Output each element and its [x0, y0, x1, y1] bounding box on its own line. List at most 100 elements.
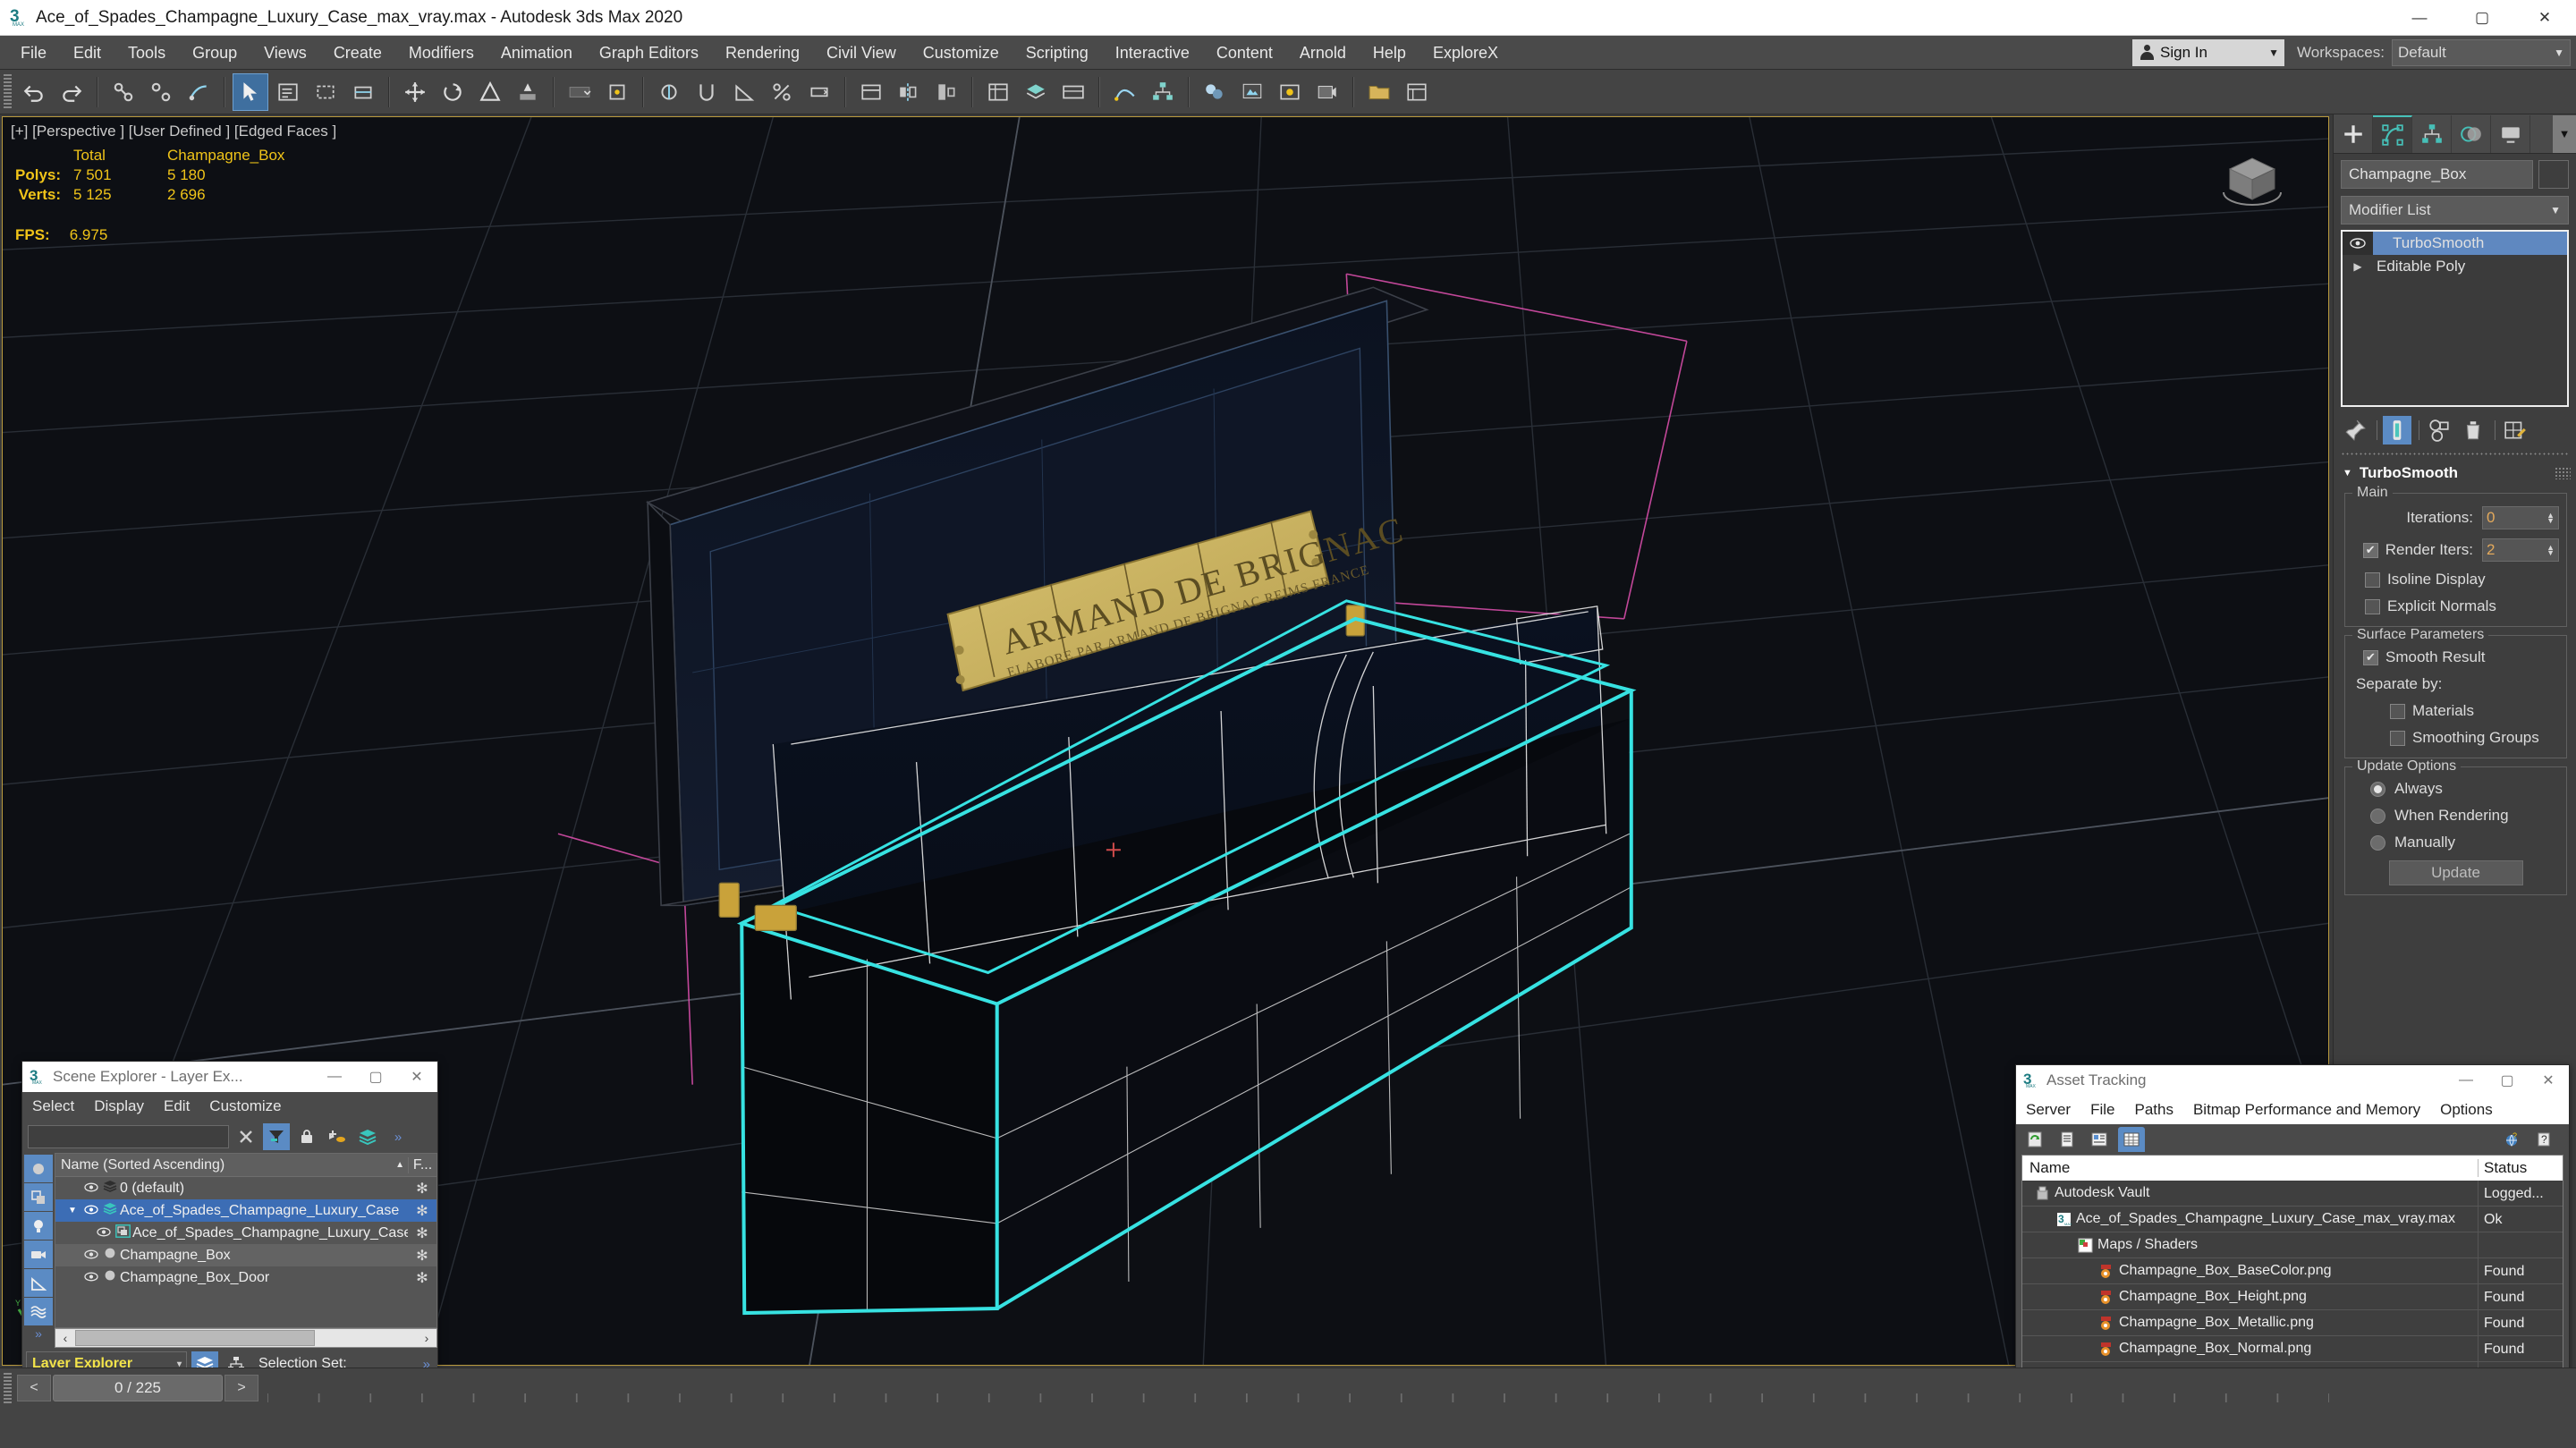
menu-item-interactive[interactable]: Interactive: [1102, 36, 1203, 70]
named-selection-sets-button[interactable]: [853, 73, 889, 111]
list-view-icon[interactable]: [2054, 1127, 2080, 1152]
scene-explorer-column-header[interactable]: Name (Sorted Ascending) ▲ F...: [55, 1154, 436, 1177]
menu-item-display[interactable]: Display: [84, 1097, 154, 1115]
menu-item-tools[interactable]: Tools: [114, 36, 179, 70]
render-production-button[interactable]: [1309, 73, 1345, 111]
select-by-name-button[interactable]: [270, 73, 306, 111]
minimize-button[interactable]: —: [2445, 1065, 2487, 1096]
menu-item-animation[interactable]: Animation: [487, 36, 586, 70]
list-item[interactable]: ▼ Ace_of_Spades_Champagne_Luxury_Case ✻: [55, 1199, 436, 1222]
angle-snap-toggle-button[interactable]: [726, 73, 762, 111]
toggle-scene-explorer-button[interactable]: [980, 73, 1016, 111]
filter-geometry-icon[interactable]: [24, 1155, 53, 1182]
utilities-tab-overflow[interactable]: ▼: [2553, 114, 2576, 153]
select-and-rotate-button[interactable]: [435, 73, 470, 111]
make-unique-button[interactable]: [2425, 416, 2453, 445]
minimize-button[interactable]: —: [2388, 0, 2451, 36]
use-pivot-point-center-button[interactable]: [599, 73, 635, 111]
render-setup-button[interactable]: [1234, 73, 1270, 111]
menu-item-paths[interactable]: Paths: [2124, 1101, 2182, 1119]
display-tab[interactable]: [2491, 114, 2530, 153]
eye-icon[interactable]: [95, 1225, 113, 1241]
freeze-icon[interactable]: ✻: [408, 1247, 436, 1265]
spinner-arrows-icon[interactable]: ▲ ▼: [2546, 544, 2555, 557]
isoline-display-checkbox[interactable]: [2365, 572, 2380, 588]
menu-item-modifiers[interactable]: Modifiers: [395, 36, 487, 70]
eye-icon[interactable]: [82, 1203, 100, 1219]
maximize-button[interactable]: ▢: [2451, 0, 2513, 36]
layers-icon[interactable]: [354, 1123, 381, 1150]
asset-tracking-titlebar[interactable]: 3 MAX Asset Tracking — ▢ ✕: [2016, 1065, 2569, 1096]
rendered-frame-window-button[interactable]: [1272, 73, 1308, 111]
refresh-icon[interactable]: [2021, 1127, 2048, 1152]
iterations-spinner[interactable]: 0 ▲ ▼: [2482, 506, 2559, 529]
select-and-scale-button[interactable]: [472, 73, 508, 111]
eye-icon[interactable]: [82, 1270, 100, 1286]
rectangular-selection-region-button[interactable]: [308, 73, 343, 111]
pin-stack-button[interactable]: [2341, 416, 2369, 445]
menu-item-content[interactable]: Content: [1203, 36, 1286, 70]
filter-helpers-icon[interactable]: [24, 1269, 53, 1297]
project-folder-button[interactable]: [1361, 73, 1397, 111]
stack-item-turbosmooth[interactable]: TurboSmooth: [2343, 232, 2567, 255]
list-item[interactable]: Champagne_Box ✻: [55, 1244, 436, 1266]
freeze-icon[interactable]: ✻: [408, 1224, 436, 1242]
frame-display[interactable]: 0 / 225: [53, 1375, 223, 1401]
schematic-view-button[interactable]: [1145, 73, 1181, 111]
freeze-icon[interactable]: ✻: [408, 1180, 436, 1198]
redo-button[interactable]: [54, 73, 89, 111]
sign-in-button[interactable]: Sign In ▼: [2132, 38, 2285, 66]
table-row[interactable]: Champagne_Box_Metallic.png Found: [2022, 1309, 2563, 1336]
object-name-field[interactable]: Champagne_Box: [2341, 160, 2533, 189]
filter-lights-icon[interactable]: [24, 1212, 53, 1240]
filter-shapes-icon[interactable]: [24, 1183, 53, 1211]
render-iters-spinner[interactable]: 2 ▲ ▼: [2482, 538, 2559, 562]
scroll-right-arrow-icon[interactable]: ›: [417, 1331, 436, 1345]
scrollbar-thumb[interactable]: [75, 1330, 315, 1346]
toolbar-grip[interactable]: [4, 73, 12, 110]
maximize-button[interactable]: ▢: [2487, 1065, 2528, 1096]
select-link-button[interactable]: [106, 73, 141, 111]
add-layer-icon[interactable]: [324, 1123, 351, 1150]
unlink-button[interactable]: [143, 73, 179, 111]
panel-resize-handle[interactable]: [2341, 449, 2569, 458]
material-editor-button[interactable]: [1197, 73, 1233, 111]
menu-item-explorex[interactable]: ExploreX: [1419, 36, 1512, 70]
materials-checkbox[interactable]: [2390, 703, 2405, 719]
select-object-button[interactable]: [233, 72, 268, 111]
menu-item-help[interactable]: Help: [1360, 36, 1419, 70]
workspace-select[interactable]: Default ▼: [2392, 38, 2571, 66]
spinner-arrows-icon[interactable]: ▲ ▼: [2546, 512, 2555, 525]
update-when-rendering-radio[interactable]: [2370, 808, 2385, 824]
help-question-icon[interactable]: ?: [2531, 1127, 2558, 1152]
menu-item-server[interactable]: Server: [2016, 1101, 2080, 1119]
table-row[interactable]: Maps / Shaders: [2022, 1232, 2563, 1258]
hierarchy-tab[interactable]: [2412, 114, 2452, 153]
menu-item-graph-editors[interactable]: Graph Editors: [586, 36, 712, 70]
filter-overflow-icon[interactable]: »: [22, 1326, 55, 1341]
minimize-button[interactable]: —: [314, 1062, 355, 1092]
menu-item-scripting[interactable]: Scripting: [1013, 36, 1102, 70]
menu-item-arnold[interactable]: Arnold: [1286, 36, 1360, 70]
menu-item-group[interactable]: Group: [179, 36, 250, 70]
menu-item-civil-view[interactable]: Civil View: [813, 36, 910, 70]
align-button[interactable]: [928, 73, 964, 111]
update-always-radio[interactable]: [2370, 781, 2385, 797]
scene-explorer-window[interactable]: 3 MAX Scene Explorer - Layer Ex... — ▢ ✕ …: [21, 1061, 438, 1380]
object-color-swatch[interactable]: [2538, 160, 2569, 189]
toggle-layer-explorer-button[interactable]: [1018, 73, 1054, 111]
rollout-header[interactable]: ▼ TurboSmooth: [2341, 461, 2571, 485]
table-row[interactable]: 3 MAX Ace_of_Spades_Champagne_Luxury_Case…: [2022, 1206, 2563, 1232]
maximize-button[interactable]: ▢: [355, 1062, 396, 1092]
menu-item-file[interactable]: File: [2080, 1101, 2124, 1119]
configure-modifier-sets-button[interactable]: [2501, 416, 2529, 445]
asset-tracking-grid[interactable]: Name Status Autodesk Vault Logged... 3 MA…: [2021, 1155, 2563, 1387]
viewport-label[interactable]: [+] [Perspective ] [User Defined ] [Edge…: [11, 123, 336, 140]
update-button[interactable]: Update: [2388, 860, 2523, 885]
smooth-result-checkbox[interactable]: ✔: [2363, 649, 2378, 665]
reference-coordinate-system-select[interactable]: [562, 73, 597, 111]
menu-item-views[interactable]: Views: [250, 36, 320, 70]
filter-icon[interactable]: [263, 1123, 290, 1150]
bind-space-warp-button[interactable]: [181, 73, 216, 111]
menu-item-customize[interactable]: Customize: [199, 1097, 291, 1115]
